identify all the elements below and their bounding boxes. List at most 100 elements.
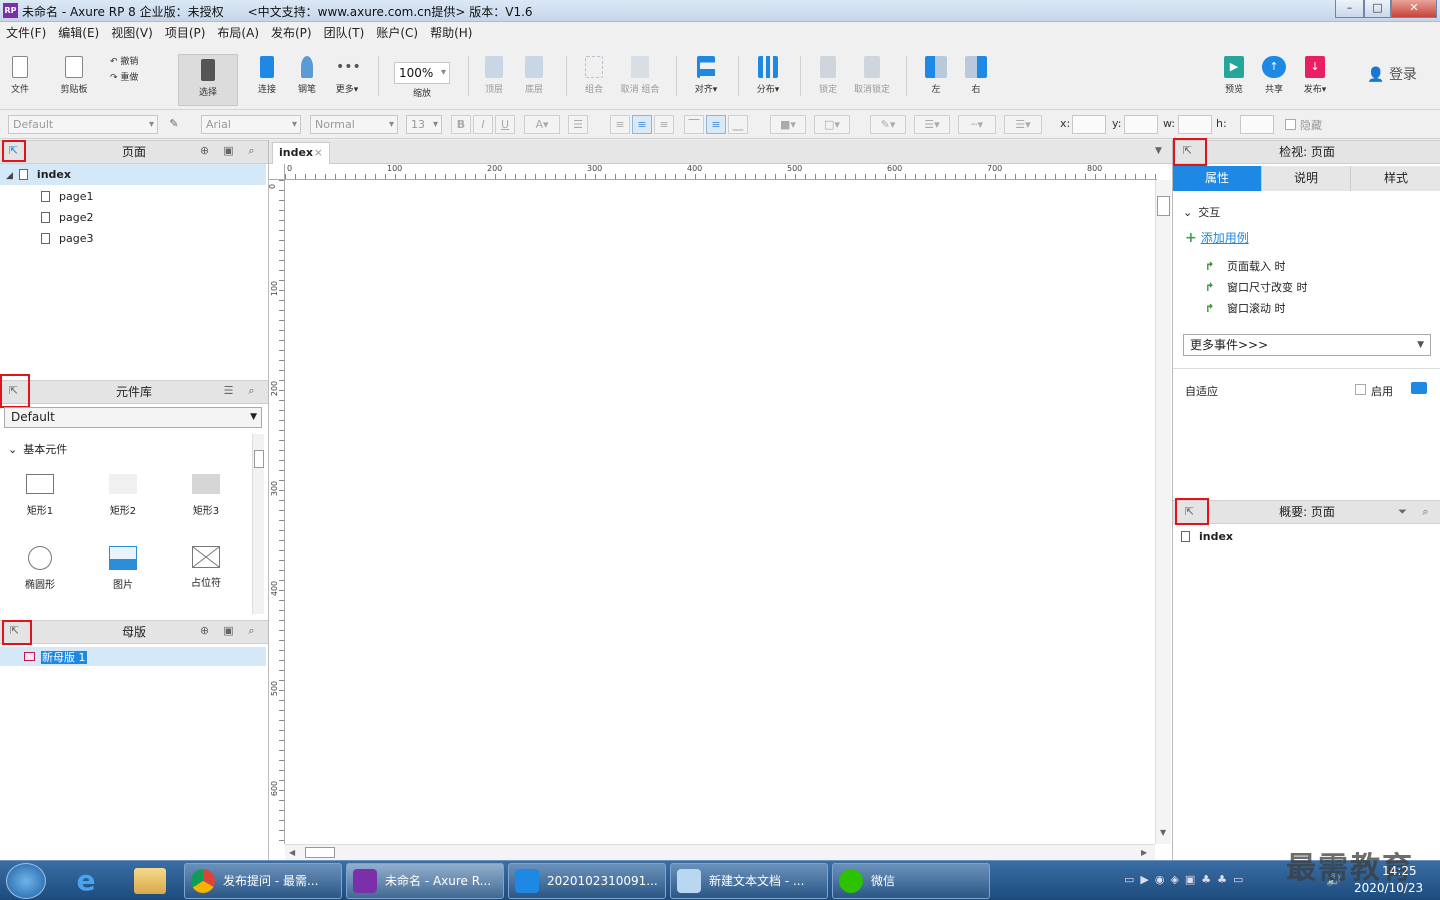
underline-button[interactable]: U bbox=[495, 115, 515, 134]
menu-publish[interactable]: 发布(P) bbox=[265, 22, 318, 44]
undock-arrow-icon[interactable]: ⇱ bbox=[7, 144, 20, 157]
italic-button[interactable]: I bbox=[473, 115, 493, 134]
file-button[interactable]: 文件 bbox=[6, 50, 34, 95]
valign-middle-button[interactable]: ≡ bbox=[706, 115, 726, 134]
select-mode-button[interactable]: 选择 bbox=[178, 54, 238, 106]
font-weight-select[interactable]: Normal bbox=[310, 115, 398, 134]
line-width-button[interactable]: ☰▾ bbox=[914, 115, 950, 134]
vertical-scrollbar[interactable]: ▼ bbox=[1155, 180, 1171, 844]
scroll-left-icon[interactable]: ◀ bbox=[289, 848, 295, 857]
outline-item-index[interactable]: index bbox=[1181, 530, 1233, 543]
line-style-button[interactable]: ┄▾ bbox=[958, 115, 996, 134]
font-size-select[interactable]: 13 bbox=[406, 115, 442, 134]
interaction-section[interactable]: ⌄ 交互 bbox=[1183, 204, 1220, 220]
add-page-icon[interactable]: ⊕ bbox=[198, 144, 211, 157]
tab-index[interactable]: index × bbox=[272, 142, 330, 164]
bold-button[interactable]: B bbox=[451, 115, 471, 134]
event-window-resize[interactable]: ↱ 窗口尺寸改变 时 bbox=[1205, 279, 1308, 295]
undock-arrow-icon[interactable]: ⇱ bbox=[1183, 505, 1196, 518]
menu-view[interactable]: 视图(V) bbox=[105, 22, 159, 44]
send-to-bottom-button[interactable]: 底层 bbox=[520, 50, 548, 95]
library-scrollbar[interactable] bbox=[252, 434, 264, 614]
horizontal-scrollbar[interactable]: ◀ ▶ bbox=[285, 844, 1155, 860]
distribute-button[interactable]: 分布▾ bbox=[750, 50, 786, 95]
widget-rect2[interactable]: 矩形2 bbox=[103, 474, 143, 517]
tree-item-page2[interactable]: page2 bbox=[41, 211, 93, 224]
scroll-right-icon[interactable]: ▶ bbox=[1141, 848, 1147, 857]
tree-item-index[interactable]: ◢ index bbox=[6, 168, 71, 181]
scroll-down-icon[interactable]: ▼ bbox=[1160, 828, 1166, 837]
menu-help[interactable]: 帮助(H) bbox=[424, 22, 478, 44]
event-page-load[interactable]: ↱ 页面载入 时 bbox=[1205, 258, 1286, 274]
widget-image[interactable]: 图片 bbox=[103, 546, 143, 591]
h-input[interactable] bbox=[1240, 115, 1274, 134]
connect-button[interactable]: 连接 bbox=[252, 50, 282, 95]
task-notepad[interactable]: 新建文本文档 - ... bbox=[670, 863, 828, 899]
y-input[interactable] bbox=[1124, 115, 1158, 134]
filter-icon[interactable]: ⏷ bbox=[1396, 505, 1409, 518]
valign-top-button[interactable]: ⎺ bbox=[684, 115, 704, 134]
undo-button[interactable]: ↶ 撤销 bbox=[110, 54, 150, 67]
search-icon[interactable]: ⌕ bbox=[245, 384, 258, 397]
tab-dropdown-icon[interactable]: ▼ bbox=[1155, 146, 1162, 156]
publish-button[interactable]: ↓ 发布▾ bbox=[1298, 50, 1332, 95]
clock-time[interactable]: 14:25 bbox=[1382, 864, 1417, 878]
w-input[interactable] bbox=[1178, 115, 1212, 134]
shadow-button[interactable]: □▾ bbox=[814, 115, 850, 134]
library-select[interactable]: Default ▼ bbox=[4, 407, 262, 428]
bullet-list-button[interactable]: ☰ bbox=[568, 115, 588, 134]
font-color-button[interactable]: A▾ bbox=[524, 115, 560, 134]
tree-item-page1[interactable]: page1 bbox=[41, 190, 93, 203]
align-center-button[interactable]: ≡ bbox=[632, 115, 652, 134]
widget-rect1[interactable]: 矩形1 bbox=[20, 474, 60, 517]
undock-arrow-icon[interactable]: ⇱ bbox=[1181, 144, 1194, 157]
scrollbar-thumb[interactable] bbox=[254, 450, 264, 468]
adaptive-enable-checkbox[interactable] bbox=[1355, 384, 1366, 395]
valign-bottom-button[interactable]: ⎽ bbox=[728, 115, 748, 134]
maximize-button[interactable]: □ bbox=[1364, 0, 1391, 18]
clock-date[interactable]: 2020/10/23 bbox=[1354, 881, 1423, 895]
line-color-button[interactable]: ✎▾ bbox=[870, 115, 906, 134]
task-video[interactable]: 2020102310091... bbox=[508, 863, 666, 899]
search-icon[interactable]: ⌕ bbox=[1419, 505, 1432, 518]
undock-arrow-icon[interactable]: ⇱ bbox=[7, 384, 20, 397]
hide-checkbox[interactable] bbox=[1285, 119, 1296, 130]
tab-style[interactable]: 样式 bbox=[1351, 166, 1440, 191]
close-button[interactable]: ✕ bbox=[1391, 0, 1437, 18]
menu-project[interactable]: 项目(P) bbox=[159, 22, 212, 44]
font-family-select[interactable]: Arial bbox=[201, 115, 301, 134]
menu-team[interactable]: 团队(T) bbox=[318, 22, 371, 44]
add-folder-icon[interactable]: ▣ bbox=[222, 624, 235, 637]
event-window-scroll[interactable]: ↱ 窗口滚动 时 bbox=[1205, 300, 1286, 316]
align-left-button[interactable]: ≡ bbox=[610, 115, 630, 134]
widget-ellipse[interactable]: 椭圆形 bbox=[20, 546, 60, 591]
menu-edit[interactable]: 编辑(E) bbox=[52, 22, 105, 44]
more-events-select[interactable]: 更多事件>>> ▼ bbox=[1183, 334, 1431, 356]
ie-icon[interactable]: e bbox=[70, 866, 102, 896]
share-button[interactable]: ↑ 共享 bbox=[1260, 50, 1288, 95]
menu-file[interactable]: 文件(F) bbox=[0, 22, 52, 44]
adaptive-settings-icon[interactable] bbox=[1411, 382, 1427, 394]
task-axure[interactable]: 未命名 - Axure R... bbox=[346, 863, 504, 899]
explorer-icon[interactable] bbox=[134, 868, 166, 894]
zoom-select[interactable]: 100% bbox=[394, 62, 450, 84]
undock-arrow-icon[interactable]: ⇱ bbox=[8, 624, 21, 637]
search-icon[interactable]: ⌕ bbox=[245, 624, 258, 637]
login-button[interactable]: 👤 登录 bbox=[1364, 64, 1420, 84]
group-button[interactable]: 组合 bbox=[580, 50, 608, 95]
ungroup-button[interactable]: 取消 组合 bbox=[618, 50, 662, 95]
add-master-icon[interactable]: ⊕ bbox=[198, 624, 211, 637]
unlock-button[interactable]: 取消锁定 bbox=[852, 50, 892, 95]
add-case-link[interactable]: + 添加用例 bbox=[1185, 229, 1249, 246]
x-input[interactable] bbox=[1072, 115, 1106, 134]
bring-to-top-button[interactable]: 顶层 bbox=[480, 50, 508, 95]
widget-rect3[interactable]: 矩形3 bbox=[186, 474, 226, 517]
widget-placeholder[interactable]: 占位符 bbox=[186, 546, 226, 589]
right-panel-toggle[interactable]: 右 bbox=[962, 50, 990, 95]
tree-item-page3[interactable]: page3 bbox=[41, 232, 93, 245]
menu-account[interactable]: 账户(C) bbox=[370, 22, 424, 44]
left-panel-toggle[interactable]: 左 bbox=[922, 50, 950, 95]
scrollbar-thumb[interactable] bbox=[1157, 196, 1170, 216]
menu-layout[interactable]: 布局(A) bbox=[211, 22, 265, 44]
task-chrome[interactable]: 发布提问 - 最需... bbox=[184, 863, 342, 899]
